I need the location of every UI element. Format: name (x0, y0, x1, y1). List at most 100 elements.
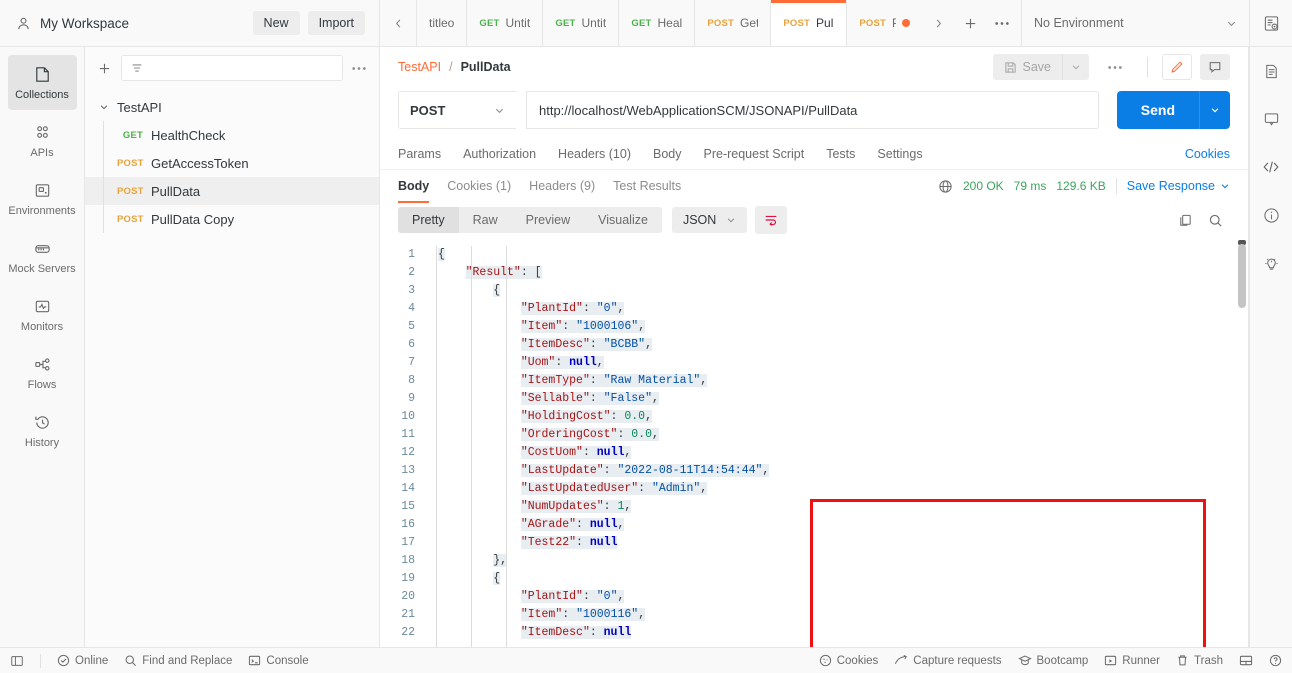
cookies-button[interactable]: Cookies (819, 654, 878, 667)
response-status: 200 OK (962, 179, 1004, 193)
response-tab-cookies-1[interactable]: Cookies (1) (447, 170, 511, 203)
url-input[interactable] (526, 91, 1099, 129)
response-tab-body[interactable]: Body (398, 170, 430, 203)
capture-requests-button[interactable]: Capture requests (894, 654, 1002, 667)
comments-icon[interactable] (1250, 95, 1292, 143)
request-tab-6[interactable]: POST Pul (847, 0, 919, 46)
send-button[interactable]: Send (1116, 91, 1199, 129)
request-tab-headers-10[interactable]: Headers (10) (558, 147, 631, 161)
tabs-scroll-right-icon[interactable] (923, 0, 953, 46)
code-line: { (493, 572, 501, 585)
save-response-button[interactable]: Save Response (1127, 179, 1230, 193)
view-mode-preview[interactable]: Preview (511, 207, 585, 233)
bootcamp-button[interactable]: Bootcamp (1017, 654, 1088, 667)
new-tab-icon[interactable] (955, 0, 985, 46)
word-wrap-icon[interactable] (755, 206, 788, 234)
rail-item-flows[interactable]: Flows (8, 345, 77, 400)
new-button[interactable]: New (252, 11, 300, 35)
request-tab-settings[interactable]: Settings (877, 147, 922, 161)
response-body-code[interactable]: 1 2 3 4 5 6 7 8 9 10 11 12 13 14 15 16 17 18 19 20 21 22 { "R… (380, 240, 1248, 647)
save-button[interactable]: Save (992, 54, 1062, 80)
divider (1147, 57, 1148, 77)
environment-quick-look-icon[interactable] (1249, 0, 1292, 46)
find-and-replace[interactable]: Find and Replace (124, 654, 232, 667)
status-bar: Online Find and Replace Console Cookies (0, 647, 1292, 673)
request-tab-params[interactable]: Params (398, 147, 441, 161)
breadcrumb-collection[interactable]: TestAPI (398, 60, 441, 74)
code-snippet-icon[interactable] (1250, 143, 1292, 191)
collection-node-testapi[interactable]: TestAPI (85, 93, 379, 121)
sidebar-new-icon[interactable] (97, 61, 113, 76)
workspace-zone: My Workspace New Import (0, 0, 380, 46)
request-tab-5[interactable]: POST PullData (771, 0, 848, 46)
view-mode-visualize[interactable]: Visualize (584, 207, 662, 233)
view-mode-group: Pretty Raw Preview Visualize (398, 207, 662, 233)
request-tab-body[interactable]: Body (653, 147, 682, 161)
import-button[interactable]: Import (307, 11, 365, 35)
code-scroll-region[interactable]: { "Result": [ { "PlantId": "0", "Item": … (424, 240, 1248, 647)
view-mode-pretty[interactable]: Pretty (398, 207, 459, 233)
rail-item-collections[interactable]: Collections (7, 55, 77, 110)
line-number: 5 (408, 320, 415, 333)
response-tabs: Body Cookies (1) Headers (9) Test Results 2… (380, 169, 1248, 203)
globe-icon[interactable] (938, 179, 953, 194)
send-options-button[interactable] (1199, 91, 1230, 129)
request-node-getaccesstoken[interactable]: POST GetAccessToken (85, 149, 379, 177)
sidebar-toggle-icon[interactable] (10, 654, 24, 668)
request-tab-4[interactable]: POST GetAcc (695, 0, 772, 46)
pencil-icon[interactable] (1162, 54, 1192, 80)
info-icon[interactable] (1250, 191, 1292, 239)
console-button[interactable]: Console (248, 654, 309, 667)
runner-button[interactable]: Runner (1104, 654, 1160, 667)
sidebar-more-icon[interactable] (351, 66, 367, 71)
http-method-select[interactable]: POST (398, 91, 516, 129)
response-meta: 200 OK 79 ms 129.6 KB Save Response (938, 178, 1230, 194)
response-tab-headers-9[interactable]: Headers (9) (529, 170, 595, 203)
trash-button[interactable]: Trash (1176, 654, 1223, 667)
help-icon[interactable] (1269, 654, 1282, 667)
collection-tree: TestAPI GET HealthCheck POST GetAccessToken P… (85, 89, 379, 647)
rail-item-mock-servers[interactable]: Mock Servers (8, 229, 77, 284)
rail-item-environments[interactable]: Environments (8, 171, 77, 226)
sidebar-filter-input[interactable] (121, 55, 343, 81)
code-line: "Item": "1000116", (520, 608, 646, 621)
request-tab-pre-request-script[interactable]: Pre-request Script (704, 147, 805, 161)
rail-item-monitors[interactable]: Monitors (8, 287, 77, 342)
response-format-select[interactable]: JSON (671, 207, 748, 233)
request-tab-2[interactable]: GET Untitled (543, 0, 620, 46)
rail-item-history[interactable]: History (8, 403, 77, 458)
request-tab-3[interactable]: GET HealthC (619, 0, 696, 46)
request-tab-1[interactable]: GET Untitled (467, 0, 544, 46)
request-tab-0[interactable]: titleo (416, 0, 468, 46)
right-rail (1249, 47, 1292, 647)
status-online[interactable]: Online (57, 654, 108, 667)
lightbulb-icon[interactable] (1250, 239, 1292, 287)
cookies-link[interactable]: Cookies (1185, 147, 1230, 161)
response-tab-test-results[interactable]: Test Results (613, 170, 681, 203)
copy-icon[interactable] (1170, 207, 1200, 233)
tab-label: Untitled (505, 16, 531, 30)
rail-item-apis[interactable]: APIs (8, 113, 77, 168)
user-icon (14, 14, 32, 32)
comment-icon[interactable] (1200, 54, 1230, 80)
request-more-icon[interactable] (1097, 65, 1133, 70)
request-tab-authorization[interactable]: Authorization (463, 147, 536, 161)
divider (40, 653, 41, 668)
history-icon (33, 413, 52, 433)
mock-servers-icon (33, 239, 52, 259)
save-response-label: Save Response (1126, 179, 1215, 193)
tabs-scroll-left-icon[interactable] (380, 0, 416, 46)
environment-selector[interactable]: No Environment (1021, 0, 1249, 46)
tab-label: PullData (816, 16, 835, 30)
request-node-pulldata-copy[interactable]: POST PullData Copy (85, 205, 379, 233)
save-options-button[interactable] (1062, 54, 1089, 80)
layout-icon[interactable] (1239, 654, 1253, 667)
documentation-icon[interactable] (1250, 47, 1292, 95)
request-node-pulldata[interactable]: POST PullData (85, 177, 379, 205)
vertical-scrollbar[interactable] (1238, 244, 1246, 308)
search-icon[interactable] (1200, 207, 1230, 233)
tab-options-icon[interactable] (987, 0, 1017, 46)
view-mode-raw[interactable]: Raw (458, 207, 512, 233)
request-tab-tests[interactable]: Tests (826, 147, 855, 161)
request-node-healthcheck[interactable]: GET HealthCheck (85, 121, 379, 149)
